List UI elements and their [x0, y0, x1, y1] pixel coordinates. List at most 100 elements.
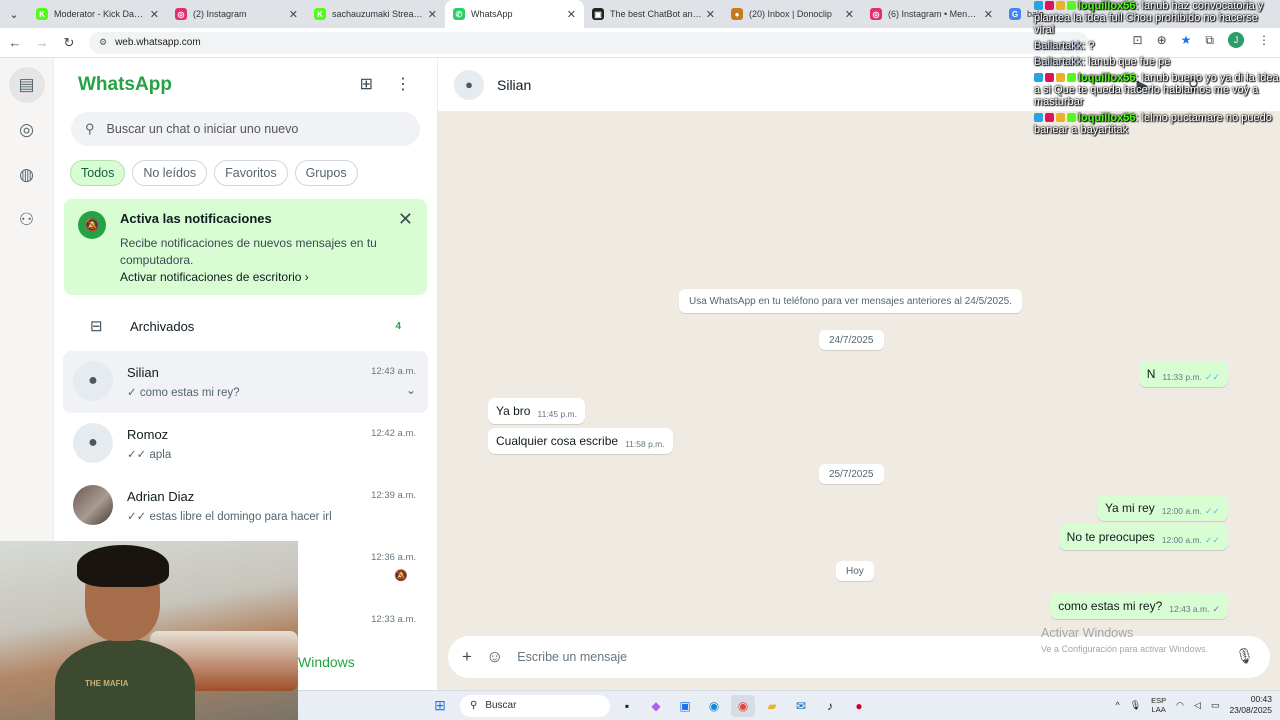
volume-icon[interactable]: ◁: [1194, 700, 1201, 711]
copilot-icon[interactable]: ◆: [644, 695, 668, 717]
browser-tab[interactable]: ▣ The best ChatBot and Wi... ✕: [584, 0, 723, 28]
battery-icon[interactable]: ▭: [1211, 700, 1220, 711]
message-time: 11:45 p.m.: [537, 409, 578, 419]
chat-badge-icon: [1067, 73, 1076, 82]
forward-arrow-icon[interactable]: →: [30, 31, 54, 55]
filter-chip-favoritos[interactable]: Favoritos: [214, 160, 288, 186]
chat-time: 12:33 a.m.: [371, 614, 416, 625]
taskbar-search-label: Buscar: [485, 700, 517, 711]
incoming-message[interactable]: Ya bro 11:45 p.m.: [488, 398, 586, 424]
close-icon[interactable]: ✕: [984, 8, 993, 21]
overlay-chat-line: loquillox56: lanub bueno yo ya di la ide…: [1034, 72, 1280, 108]
chat-preview: ✓ como estas mi rey?: [127, 387, 240, 399]
chrome-icon[interactable]: ◉: [731, 694, 755, 717]
filter-chip-grupos[interactable]: Grupos: [294, 160, 358, 186]
overlay-message: : lanub que fue pe: [1082, 56, 1171, 68]
overlay-username: Ballartakk: [1034, 40, 1083, 52]
close-icon[interactable]: ✕: [567, 8, 576, 21]
browser-tab[interactable]: ◎ (6) Instagram • Mensajes ✕: [862, 0, 1001, 28]
chatbot-icon: ▣: [592, 8, 604, 20]
chat-badge-icon: [1034, 1, 1043, 10]
task-view-icon[interactable]: ▪: [615, 695, 639, 717]
enable-notifications-link[interactable]: Activar notificaciones de escritorio ›: [120, 270, 413, 284]
url-bar[interactable]: ⚙ web.whatsapp.com: [89, 31, 1089, 54]
browser-tab[interactable]: K Moderator - Kick Dashbo... ✕: [28, 0, 167, 28]
outgoing-message[interactable]: N 11:33 p.m. ✓✓: [1138, 361, 1228, 387]
wifi-icon[interactable]: ◠: [1176, 700, 1184, 711]
edge-icon[interactable]: ◉: [702, 695, 726, 717]
status-icon[interactable]: ◎: [9, 112, 45, 148]
close-icon[interactable]: ✕: [706, 8, 715, 21]
message-text: N: [1146, 367, 1156, 381]
site-info-icon[interactable]: ⚙: [99, 37, 107, 48]
kick-icon: K: [36, 8, 48, 20]
language-indicator[interactable]: ESP LAA: [1151, 696, 1166, 714]
chat-list-item[interactable]: ● Adrian Diaz 12:39 a.m. ✓✓ estas libre el …: [63, 475, 428, 537]
taskbar-search[interactable]: ⚲ Buscar: [460, 694, 610, 717]
file-explorer-icon[interactable]: ▰: [760, 695, 784, 717]
attach-plus-icon[interactable]: +: [462, 647, 472, 667]
chats-icon[interactable]: ▤: [8, 67, 45, 103]
message-time: 12:00 a.m.: [1161, 506, 1202, 516]
channels-icon[interactable]: ◍: [9, 157, 45, 193]
browser-tab[interactable]: ✆ WhatsApp ✕: [445, 0, 584, 28]
whatsapp-icon: ✆: [453, 8, 465, 20]
archived-count: 4: [395, 320, 401, 332]
search-input[interactable]: [106, 122, 407, 136]
notifications-body: Recibe notificaciones de nuevos mensajes…: [120, 236, 377, 267]
conversation-panel: ● Silian ▶ ⚲ ⋮ Usa WhatsApp en tu teléfo…: [438, 58, 1280, 690]
microphone-icon[interactable]: 🎙: [1130, 700, 1141, 711]
reload-icon[interactable]: ↻: [57, 31, 81, 55]
avatar: ●: [73, 361, 113, 401]
message-time: 12:00 a.m.: [1161, 535, 1202, 545]
tab-search-chevron-icon[interactable]: ⌄: [0, 0, 28, 28]
close-icon[interactable]: ✕: [289, 8, 298, 21]
outgoing-message[interactable]: como estas mi rey? 12:43 a.m. ✓: [1050, 593, 1228, 619]
incoming-message[interactable]: Cualquier cosa escribe 11:58 p.m.: [488, 428, 673, 454]
tiktok-icon[interactable]: ♪: [818, 695, 842, 717]
tray-chevron-icon[interactable]: ^: [1115, 700, 1119, 710]
chat-time: 12:42 a.m.: [371, 428, 416, 439]
microphone-icon[interactable]: 🎙: [1235, 647, 1254, 665]
close-icon[interactable]: ✕: [150, 8, 159, 21]
browser-tab[interactable]: ◎ (2) Instagram ✕: [167, 0, 306, 28]
chat-list-item[interactable]: ● Romoz 12:42 a.m. ✓✓ apla: [63, 413, 428, 475]
chat-badge-icon: [1056, 113, 1065, 122]
app-icon[interactable]: ●: [847, 695, 871, 717]
chevron-down-icon[interactable]: ⌄: [406, 383, 416, 397]
archived-row[interactable]: ⊟ Archivados 4: [54, 301, 437, 351]
outlook-icon[interactable]: ✉: [789, 695, 813, 717]
outgoing-message[interactable]: Ya mi rey 12:00 a.m. ✓✓: [1096, 495, 1228, 521]
new-chat-icon[interactable]: ⊞: [360, 74, 373, 94]
outgoing-message[interactable]: No te preocupes 12:00 a.m. ✓✓: [1058, 524, 1228, 550]
close-icon[interactable]: ✕: [428, 8, 437, 21]
message-time: 12:43 a.m.: [1169, 604, 1210, 614]
contact-name[interactable]: Silian: [497, 77, 531, 93]
browser-tab[interactable]: Ksachauzumaki Stream - W... ✕: [306, 0, 445, 28]
overlay-chat-line: Ballartakk: lanub que fue pe: [1034, 56, 1280, 68]
back-arrow-icon[interactable]: ←: [3, 31, 27, 55]
filter-chip-no-leídos[interactable]: No leídos: [132, 160, 208, 186]
clock[interactable]: 00:43 23/08/2025: [1229, 694, 1272, 716]
donoclip-icon: ●: [731, 8, 743, 20]
communities-icon[interactable]: ⚇: [9, 202, 45, 238]
browser-tab[interactable]: ● (20) Inbox | Donoclip ✕: [723, 0, 862, 28]
windows-start-icon[interactable]: ⊞: [428, 695, 452, 717]
close-icon[interactable]: ✕: [398, 209, 413, 230]
contact-avatar[interactable]: ●: [454, 69, 484, 100]
chat-badge-icon: [1034, 113, 1043, 122]
chat-preview: ✓✓ estas libre el domingo para hacer irl: [127, 511, 332, 523]
chat-list-item[interactable]: ● Silian 12:43 a.m. ✓ como estas mi rey? ⌄: [63, 351, 428, 413]
emoji-sticker-icon[interactable]: ☺: [486, 647, 503, 667]
tab-title: Moderator - Kick Dashbo...: [54, 9, 146, 19]
system-tray: ^ 🎙 ESP LAA ◠ ◁ ▭ 00:43 23/08/2025: [1115, 694, 1272, 716]
filter-chip-todos[interactable]: Todos: [70, 160, 126, 186]
avatar: ●: [73, 423, 113, 463]
close-icon[interactable]: ✕: [845, 8, 854, 21]
tab-title: WhatsApp: [471, 9, 513, 19]
store-icon[interactable]: ▣: [673, 695, 697, 717]
menu-kebab-icon[interactable]: ⋮: [395, 74, 411, 94]
message-time: 11:58 p.m.: [625, 439, 665, 449]
date-separator: Hoy: [836, 561, 874, 581]
archived-label: Archivados: [130, 318, 195, 334]
